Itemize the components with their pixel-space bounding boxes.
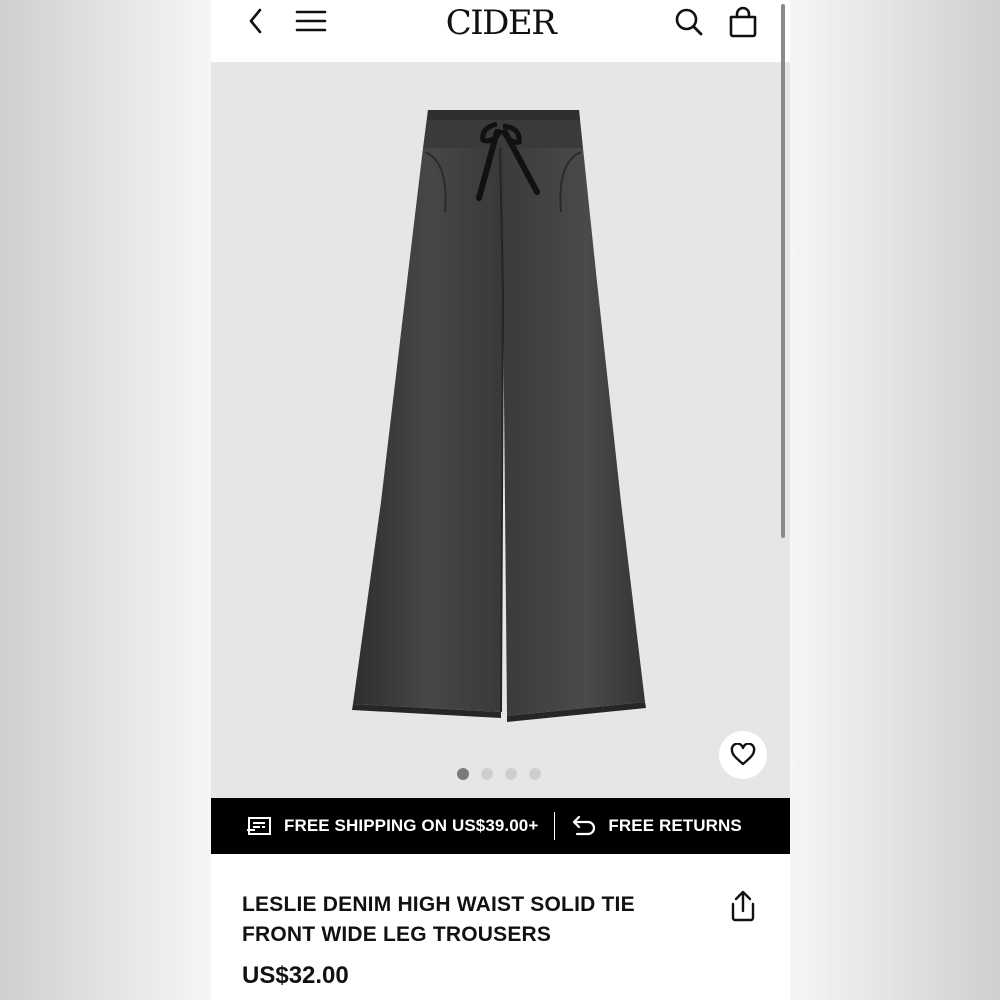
product-title: LESLIE DENIM HIGH WAIST SOLID TIE FRONT … bbox=[242, 893, 635, 946]
product-page: CIDER FREE SHIPPING ON US$39.00+ FREE RE… bbox=[211, 0, 790, 1000]
search-icon bbox=[675, 8, 703, 36]
product-price: US$32.00 bbox=[242, 962, 349, 989]
promo-banner: FREE SHIPPING ON US$39.00+ FREE RETURNS bbox=[211, 798, 790, 854]
cart-button[interactable] bbox=[725, 4, 761, 40]
shipping-truck-icon bbox=[247, 817, 271, 835]
wishlist-button[interactable] bbox=[719, 731, 767, 779]
product-image-gallery[interactable] bbox=[211, 62, 790, 798]
carousel-dot-3[interactable] bbox=[505, 768, 517, 780]
search-button[interactable] bbox=[671, 4, 707, 40]
carousel-dot-2[interactable] bbox=[481, 768, 493, 780]
free-returns-notice[interactable]: FREE RETURNS bbox=[571, 815, 742, 837]
product-image[interactable] bbox=[211, 62, 790, 798]
share-button[interactable] bbox=[725, 886, 761, 926]
top-navigation-bar: CIDER bbox=[211, 0, 790, 62]
free-shipping-label: FREE SHIPPING ON US$39.00+ bbox=[284, 816, 539, 835]
heart-icon bbox=[730, 743, 756, 766]
promo-divider bbox=[554, 812, 556, 840]
return-arrow-icon bbox=[573, 815, 596, 836]
free-returns-label: FREE RETURNS bbox=[608, 816, 742, 835]
free-shipping-notice[interactable]: FREE SHIPPING ON US$39.00+ bbox=[247, 815, 538, 837]
shopping-bag-icon bbox=[729, 6, 757, 38]
scrollbar[interactable] bbox=[781, 4, 785, 538]
share-icon bbox=[731, 890, 755, 922]
carousel-dot-4[interactable] bbox=[529, 768, 541, 780]
carousel-pagination bbox=[457, 768, 541, 780]
carousel-dot-1[interactable] bbox=[457, 768, 469, 780]
